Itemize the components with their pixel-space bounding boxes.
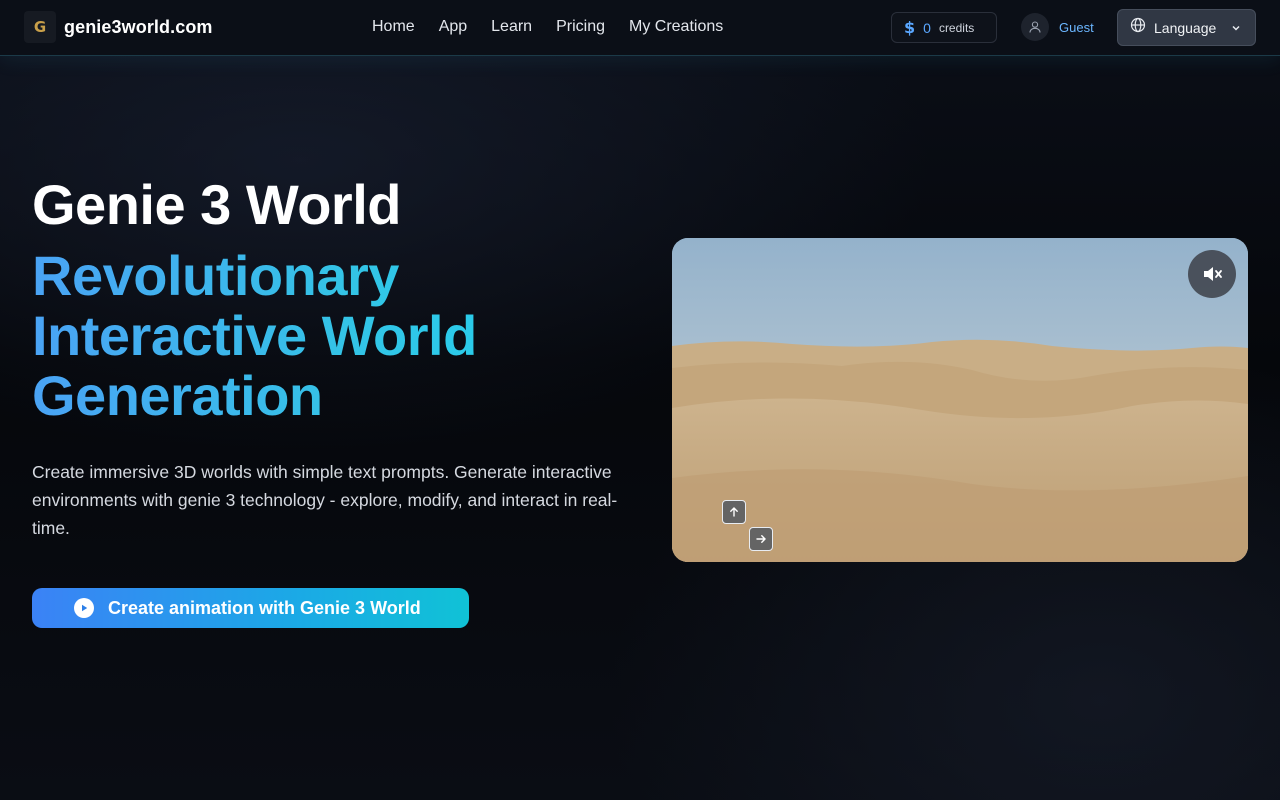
desert-dunes-scene [672,238,1248,562]
site-name[interactable]: genie3world.com [64,17,213,38]
main-nav: Home App Learn Pricing My Creations [372,18,723,36]
arrow-right-icon[interactable] [749,527,773,551]
chevron-down-icon [1230,22,1242,34]
language-selector[interactable]: Language [1117,9,1256,46]
credits-count: 0 [923,19,931,36]
create-animation-label: Create animation with Genie 3 World [108,597,421,618]
nav-link-pricing[interactable]: Pricing [556,18,605,36]
hero-subtitle: Revolutionary Interactive World Generati… [32,246,592,426]
hero-title: Genie 3 World [32,173,401,236]
create-animation-button[interactable]: Create animation with Genie 3 World [32,588,469,628]
language-label: Language [1154,19,1217,36]
user-menu[interactable]: Guest [1021,13,1094,41]
credits-badge[interactable]: $ 0 credits [891,12,997,43]
hero-description: Create immersive 3D worlds with simple t… [32,462,618,538]
nav-link-home[interactable]: Home [372,18,415,36]
site-logo[interactable]: G [24,11,56,43]
user-name: Guest [1059,19,1094,35]
top-nav-bar: G genie3world.com Home App Learn Pricing… [0,0,1280,56]
arrow-up-icon[interactable] [722,500,746,524]
play-icon [74,598,94,618]
nav-link-my-creations[interactable]: My Creations [629,18,723,36]
nav-link-learn[interactable]: Learn [491,18,532,36]
world-preview-video[interactable] [672,238,1248,562]
credits-label: credits [938,20,975,35]
user-avatar-icon [1021,13,1049,41]
speaker-muted-icon[interactable] [1188,250,1236,298]
globe-icon [1130,17,1146,38]
nav-link-app[interactable]: App [439,18,467,36]
logo-letter: G [33,18,47,36]
dollar-icon: $ [904,18,916,37]
